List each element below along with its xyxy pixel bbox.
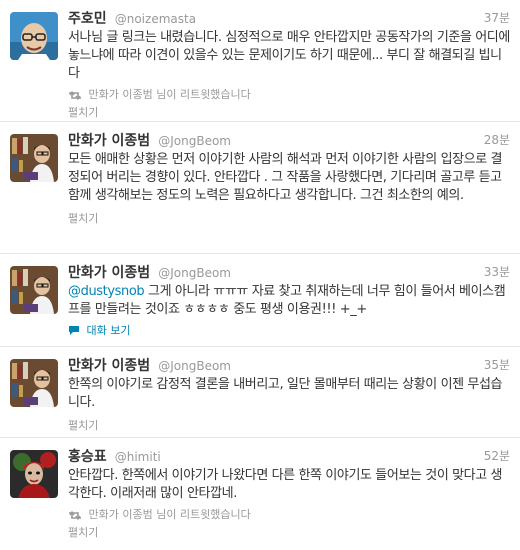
mention-link[interactable]: @dustysnob xyxy=(68,284,145,299)
avatar[interactable] xyxy=(10,266,58,314)
tweet-text: @dustysnob 그게 아니라 ㅠㅠㅠ 자료 찾고 취재하는데 너무 힘이 … xyxy=(68,283,510,319)
retweet-note: 만화가 이종범 님이 리트윗했습니다 xyxy=(88,508,251,521)
avatar-red-figure-icon xyxy=(10,450,58,498)
tweet-timeline: 주호민 @noizemasta 37분 서나님 글 링크는 내렸습니다. 심정적… xyxy=(0,0,520,550)
tweet-username[interactable]: @JongBeom xyxy=(158,134,231,148)
avatar[interactable] xyxy=(10,12,58,60)
tweet-fullname[interactable]: 홍승표 xyxy=(68,449,107,465)
tweet-item[interactable]: 홍승표 @himiti 52분 안타깝다. 한쪽에서 이야기가 나왔다면 다른 … xyxy=(0,438,520,550)
tweet-item[interactable]: 만화가 이종범 @JongBeom 35분 한쪽의 이야기로 감정적 결론을 내… xyxy=(0,347,520,438)
tweet-timestamp[interactable]: 35분 xyxy=(484,356,510,373)
tweet-text: 한쪽의 이야기로 감정적 결론을 내버리고, 일단 몰매부터 때리는 상황이 이… xyxy=(68,377,503,410)
avatar-bookshelf-icon xyxy=(10,266,58,314)
tweet-timestamp[interactable]: 33분 xyxy=(484,263,510,280)
tweet-fullname[interactable]: 만화가 이종범 xyxy=(68,265,150,281)
avatar[interactable] xyxy=(10,134,58,182)
tweet-fullname[interactable]: 만화가 이종범 xyxy=(68,358,150,374)
tweet-text: 서나님 글 링크는 내렸습니다. 심정적으로 매우 안타깝지만 공동작가의 기준… xyxy=(68,30,510,81)
tweet-fullname[interactable]: 만화가 이종범 xyxy=(68,133,150,149)
tweet-username[interactable]: @himiti xyxy=(115,450,161,464)
tweet-item[interactable]: 만화가 이종범 @JongBeom 33분 @dustysnob 그게 아니라 … xyxy=(0,254,520,347)
tweet-timestamp[interactable]: 37분 xyxy=(484,9,510,26)
retweet-context: 만화가 이종범 님이 리트윗했습니다 xyxy=(68,87,510,103)
tweet-text: 모든 애매한 상황은 먼저 이야기한 사람의 해석과 먼저 이야기한 사람의 입… xyxy=(68,152,503,203)
tweet-item[interactable]: 만화가 이종범 @JongBeom 28분 모든 애매한 상황은 먼저 이야기한… xyxy=(0,122,520,254)
tweet-username[interactable]: @JongBeom xyxy=(158,266,231,280)
tweet-timestamp[interactable]: 28분 xyxy=(484,131,510,148)
tweet-username[interactable]: @noizemasta xyxy=(115,12,196,26)
avatar-glasses-man-icon xyxy=(10,12,58,60)
tweet-timestamp[interactable]: 52분 xyxy=(484,447,510,464)
retweet-note: 만화가 이종범 님이 리트윗했습니다 xyxy=(88,88,251,101)
expand-link[interactable]: 펼치기 xyxy=(68,525,510,541)
avatar[interactable] xyxy=(10,450,58,498)
avatar-bookshelf-icon xyxy=(10,134,58,182)
tweet-text: 안타깝다. 한쪽에서 이야기가 나왔다면 다른 한쪽 이야기도 들어보는 것이 … xyxy=(68,468,503,501)
expand-link[interactable]: 펼치기 xyxy=(68,211,510,227)
expand-link[interactable]: 펼치기 xyxy=(68,418,510,434)
expand-link[interactable]: 펼치기 xyxy=(68,105,510,121)
view-conversation-link[interactable]: 대화 보기 xyxy=(68,323,510,339)
tweet-username[interactable]: @JongBeom xyxy=(158,359,231,373)
conversation-icon xyxy=(68,325,80,341)
avatar[interactable] xyxy=(10,359,58,407)
retweet-icon xyxy=(68,510,82,526)
view-conversation-label[interactable]: 대화 보기 xyxy=(87,324,131,337)
retweet-icon xyxy=(68,90,82,106)
retweet-context: 만화가 이종범 님이 리트윗했습니다 xyxy=(68,507,510,523)
avatar-bookshelf-icon xyxy=(10,359,58,407)
tweet-item[interactable]: 주호민 @noizemasta 37분 서나님 글 링크는 내렸습니다. 심정적… xyxy=(0,0,520,122)
tweet-fullname[interactable]: 주호민 xyxy=(68,11,107,27)
